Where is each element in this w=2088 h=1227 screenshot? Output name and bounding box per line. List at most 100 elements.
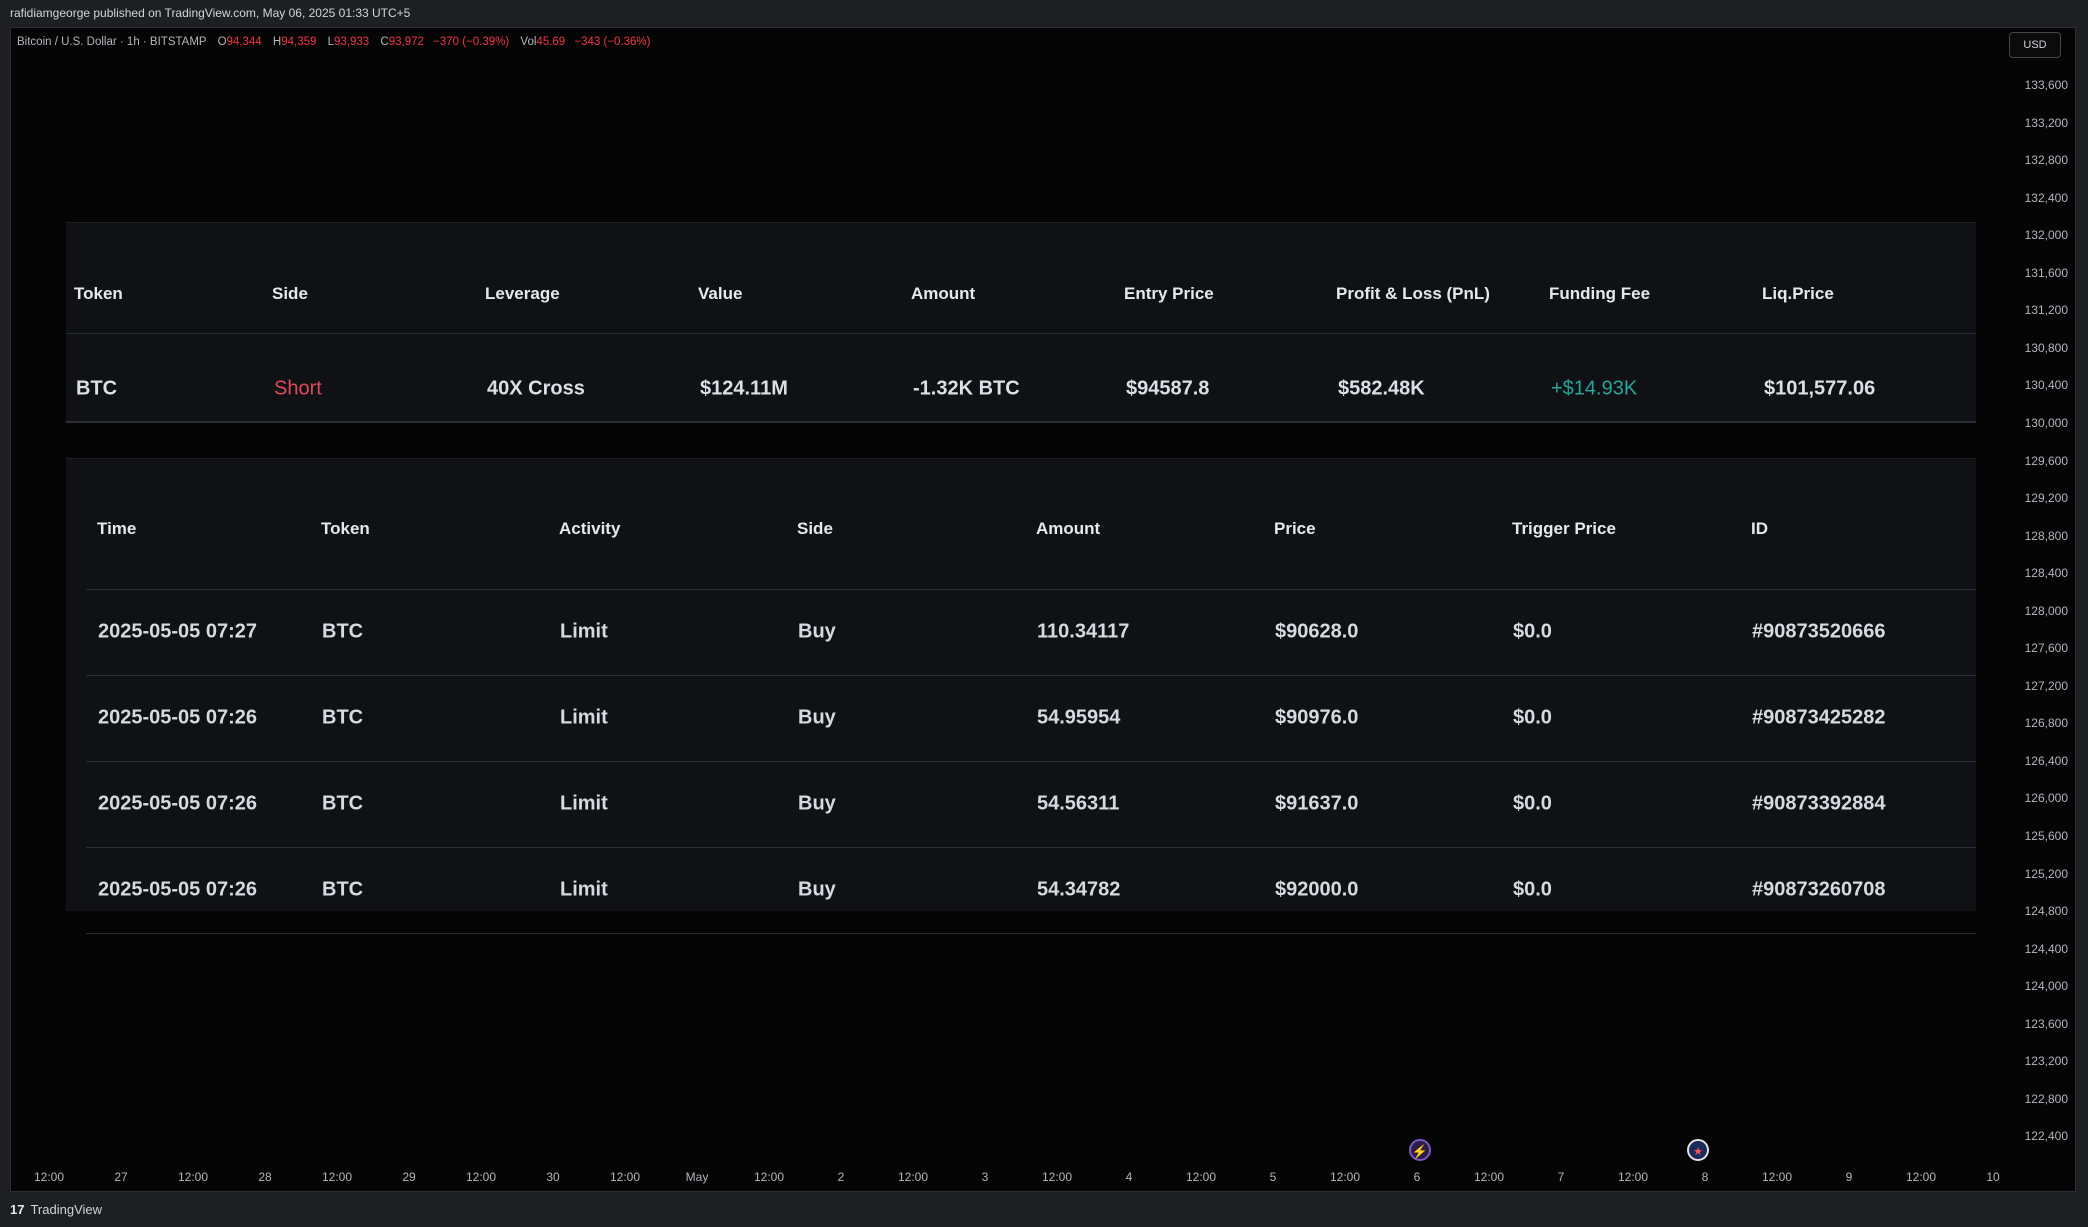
orders-cell-activity: Limit — [560, 620, 608, 643]
orders-cell-activity: Limit — [560, 706, 608, 729]
orders-cell-time: 2025-05-05 07:27 — [98, 620, 258, 643]
price-tick-label: 132,800 — [2024, 153, 2068, 168]
orders-cell-side: Buy — [798, 706, 836, 729]
price-tick-label: 133,600 — [2024, 78, 2068, 92]
symbol-legend: Bitcoin / U.S. Dollar · 1h · BITSTAMP O9… — [17, 36, 651, 48]
position-leverage: 40X Cross — [487, 377, 585, 400]
position-header-side: Side — [272, 284, 308, 303]
price-tick-label: 127,200 — [2024, 678, 2068, 693]
orders-cell-side: Buy — [798, 620, 836, 643]
price-axis[interactable]: 133,600 133,200 132,800 132,400 132,000 131,6… — [2014, 28, 2074, 1158]
orders-table: Time Token Activity Side Amount Price Trigger … — [66, 458, 1976, 934]
price-tick-label: 130,800 — [2024, 340, 2068, 355]
time-axis[interactable]: 12:00 27 12:00 28 12:00 29 12:00 30 12:00 May 12:0… — [11, 1158, 2011, 1188]
volume-change: −343 (−0.36%) — [574, 36, 651, 48]
price-tick-label: 125,200 — [2024, 866, 2068, 881]
position-amount: -1.32K BTC — [913, 377, 1020, 400]
time-tick-label: 12:00 — [1761, 1170, 1793, 1184]
time-tick-label: 12:00 — [33, 1170, 65, 1184]
orders-cell-token: BTC — [322, 620, 364, 643]
position-entry-price: $94587.8 — [1126, 377, 1210, 400]
position-table: Token Side Leverage Value Amount Entry Price P… — [66, 222, 1976, 423]
price-tick-label: 126,400 — [2024, 753, 2068, 768]
price-tick-label: 131,600 — [2024, 265, 2068, 280]
orders-cell-token: BTC — [322, 792, 364, 815]
time-tick-label: 12:00 — [609, 1170, 641, 1184]
time-tick-label: 12:00 — [1329, 1170, 1361, 1184]
position-side: Short — [274, 377, 322, 400]
price-tick-label: 125,600 — [2024, 829, 2068, 843]
orders-cell-amount: 54.34782 — [1037, 878, 1121, 901]
open-value: 94,344 — [226, 36, 262, 48]
price-tick-label: 124,400 — [2024, 941, 2068, 956]
time-tick-label: 12:00 — [321, 1170, 353, 1184]
orders-cell-time: 2025-05-05 07:26 — [98, 792, 258, 815]
position-funding-fee: +$14.93K — [1551, 377, 1638, 400]
chart-area[interactable]: Bitcoin / U.S. Dollar · 1h · BITSTAMP O9… — [10, 27, 2076, 1192]
price-tick-label: 123,600 — [2024, 1016, 2068, 1031]
orders-header-price: Price — [1274, 519, 1316, 538]
orders-row-divider — [86, 761, 1976, 762]
time-tick-label: 12:00 — [1041, 1170, 1073, 1184]
position-header-token: Token — [74, 284, 123, 303]
time-tick-label: 28 — [258, 1170, 272, 1184]
orders-cell-amount: 110.34117 — [1037, 620, 1130, 643]
symbol-name[interactable]: Bitcoin / U.S. Dollar · 1h · BITSTAMP — [17, 36, 206, 48]
orders-header-id: ID — [1751, 519, 1768, 538]
time-tick-label: May — [685, 1170, 709, 1184]
position-token: BTC — [76, 377, 118, 400]
orders-cell-id: #90873260708 — [1752, 878, 1886, 901]
price-tick-label: 129,200 — [2024, 491, 2068, 506]
price-tick-label: 124,000 — [2024, 979, 2068, 994]
price-tick-label: 133,200 — [2024, 115, 2068, 130]
volume-label: Vol — [520, 36, 537, 48]
orders-cell-trigger-price: $0.0 — [1513, 706, 1552, 729]
orders-cell-amount: 54.95954 — [1037, 706, 1121, 729]
time-tick-label: 30 — [546, 1170, 560, 1184]
time-tick-label: 4 — [1125, 1170, 1133, 1184]
orders-cell-id: #90873520666 — [1752, 620, 1886, 643]
time-tick-label: 10 — [1986, 1170, 2000, 1184]
orders-cell-activity: Limit — [560, 878, 608, 901]
orders-cell-activity: Limit — [560, 792, 608, 815]
open-label: O — [217, 36, 227, 48]
price-tick-label: 128,000 — [2024, 603, 2068, 618]
position-divider — [66, 333, 1976, 334]
position-header-amount: Amount — [911, 284, 976, 303]
price-tick-label: 130,400 — [2024, 378, 2068, 393]
us-flag-event-icon[interactable]: ★ — [1687, 1139, 1709, 1161]
time-tick-label: 9 — [1845, 1170, 1853, 1184]
orders-header-activity: Activity — [559, 519, 621, 538]
lightning-event-icon[interactable]: ⚡ — [1409, 1139, 1431, 1161]
price-tick-label: 131,200 — [2024, 303, 2068, 318]
time-tick-label: 7 — [1557, 1170, 1565, 1184]
time-tick-label: 27 — [114, 1170, 128, 1184]
orders-row-divider — [86, 847, 1976, 848]
price-tick-label: 127,600 — [2024, 641, 2068, 656]
time-tick-label: 12:00 — [1905, 1170, 1937, 1184]
price-tick-label: 132,400 — [2024, 190, 2068, 205]
orders-cell-id: #90873392884 — [1752, 792, 1886, 815]
low-value: 93,933 — [334, 36, 370, 48]
footer-brand[interactable]: TradingView — [30, 1202, 102, 1217]
time-tick-label: 2 — [837, 1170, 845, 1184]
time-tick-label: 29 — [402, 1170, 416, 1184]
time-tick-label: 3 — [981, 1170, 989, 1184]
orders-cell-token: BTC — [322, 878, 364, 901]
time-tick-label: 8 — [1701, 1170, 1709, 1184]
time-tick-label: 12:00 — [1185, 1170, 1217, 1184]
orders-cell-amount: 54.56311 — [1037, 792, 1120, 815]
tradingview-logo-icon[interactable]: 17 — [10, 1202, 24, 1217]
orders-row-divider — [86, 933, 1976, 934]
price-tick-label: 126,800 — [2024, 716, 2068, 731]
price-tick-label: 122,800 — [2024, 1091, 2068, 1106]
price-tick-label: 122,400 — [2024, 1129, 2068, 1144]
high-value: 94,359 — [281, 36, 317, 48]
time-tick-label: 12:00 — [1617, 1170, 1649, 1184]
footer: 17 TradingView — [0, 1192, 2088, 1227]
orders-cell-price: $90628.0 — [1275, 620, 1359, 643]
orders-cell-trigger-price: $0.0 — [1513, 878, 1552, 901]
price-tick-label: 124,800 — [2024, 904, 2068, 919]
position-header-value: Value — [698, 284, 743, 303]
position-pnl: $582.48K — [1338, 377, 1425, 400]
